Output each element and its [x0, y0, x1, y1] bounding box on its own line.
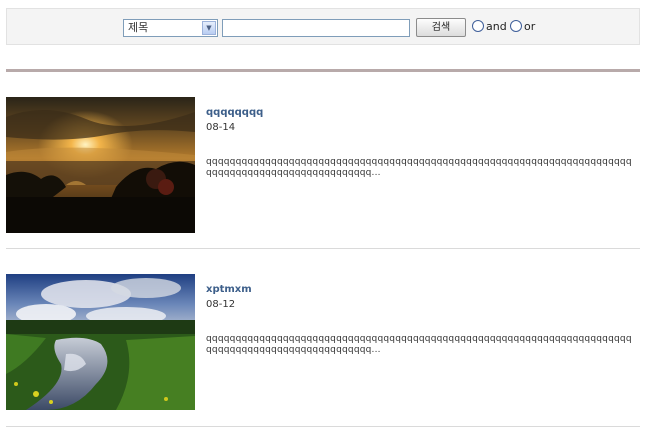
post-divider [6, 426, 640, 427]
post-excerpt: qqqqqqqqqqqqqqqqqqqqqqqqqqqqqqqqqqqqqqqq… [206, 334, 632, 355]
top-divider [6, 69, 640, 72]
post-excerpt: qqqqqqqqqqqqqqqqqqqqqqqqqqqqqqqqqqqqqqqq… [206, 157, 632, 178]
post-thumbnail-river[interactable] [6, 274, 195, 410]
post-title[interactable]: qqqqqqqq [206, 107, 263, 118]
search-input[interactable] [222, 19, 410, 37]
chevron-down-icon[interactable]: ▼ [202, 21, 216, 35]
radio-or-option[interactable]: or [510, 20, 535, 34]
search-field-select[interactable]: 제목 ▼ [123, 19, 218, 37]
radio-and-circle[interactable] [472, 20, 484, 32]
post-title[interactable]: xptmxm [206, 284, 252, 295]
search-button[interactable]: 검색 [416, 18, 466, 37]
post-item: xptmxm 08-12 qqqqqqqqqqqqqqqqqqqqqqqqqqq… [6, 274, 640, 414]
post-divider [6, 248, 640, 249]
post-item: qqqqqqqq 08-14 qqqqqqqqqqqqqqqqqqqqqqqqq… [6, 97, 640, 237]
radio-or-circle[interactable] [510, 20, 522, 32]
search-field-select-value: 제목 [128, 21, 149, 34]
post-date: 08-14 [206, 122, 236, 133]
radio-or-label: or [524, 20, 536, 33]
search-bar: 제목 ▼ 검색 and or [6, 8, 640, 45]
post-thumbnail-sunset[interactable] [6, 97, 195, 233]
post-date: 08-12 [206, 299, 236, 310]
radio-and-option[interactable]: and [472, 20, 507, 34]
radio-and-label: and [486, 20, 507, 33]
